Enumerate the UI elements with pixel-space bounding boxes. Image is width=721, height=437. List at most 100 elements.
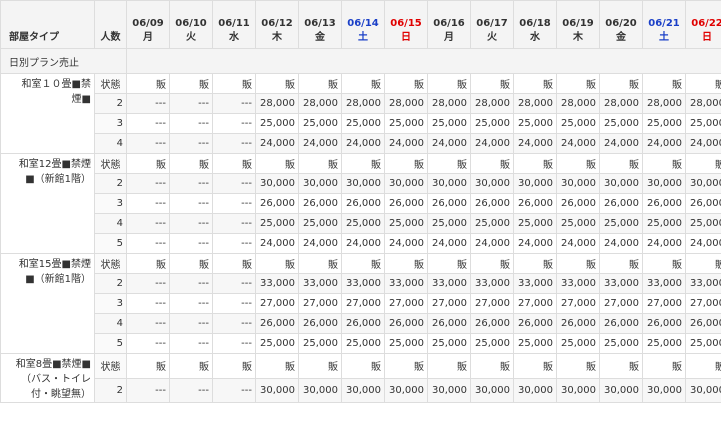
price-cell[interactable]: --- <box>212 213 256 234</box>
sale-status-cell[interactable]: 販 <box>255 353 299 379</box>
sale-status-cell[interactable]: 販 <box>556 73 600 94</box>
sale-status-cell[interactable]: 販 <box>212 153 256 174</box>
sale-status-cell[interactable]: 販 <box>599 253 643 274</box>
price-cell[interactable]: 25,000 <box>298 333 342 354</box>
price-cell[interactable]: 25,000 <box>470 333 514 354</box>
price-cell[interactable]: --- <box>212 273 256 294</box>
price-cell[interactable]: 24,000 <box>298 133 342 154</box>
price-cell[interactable]: 33,000 <box>556 273 600 294</box>
sale-status-cell[interactable]: 販 <box>599 353 643 379</box>
price-cell[interactable]: 24,000 <box>599 133 643 154</box>
sale-status-cell[interactable]: 販 <box>341 73 385 94</box>
price-cell[interactable]: 25,000 <box>599 113 643 134</box>
price-cell[interactable]: 25,000 <box>384 333 428 354</box>
sale-status-cell[interactable]: 販 <box>212 253 256 274</box>
price-cell[interactable]: 25,000 <box>556 333 600 354</box>
price-cell[interactable]: --- <box>126 93 170 114</box>
price-cell[interactable]: 26,000 <box>427 313 471 334</box>
price-cell[interactable]: 30,000 <box>298 377 342 403</box>
price-cell[interactable]: 33,000 <box>685 273 721 294</box>
price-cell[interactable]: 26,000 <box>685 193 721 214</box>
price-cell[interactable]: 25,000 <box>642 213 686 234</box>
price-cell[interactable]: 28,000 <box>513 93 557 114</box>
sale-status-cell[interactable]: 販 <box>642 153 686 174</box>
price-cell[interactable]: 25,000 <box>599 333 643 354</box>
price-cell[interactable]: 33,000 <box>599 273 643 294</box>
price-cell[interactable]: 25,000 <box>255 113 299 134</box>
price-cell[interactable]: 30,000 <box>341 377 385 403</box>
price-cell[interactable]: 24,000 <box>384 233 428 254</box>
price-cell[interactable]: --- <box>212 293 256 314</box>
price-cell[interactable]: 25,000 <box>384 213 428 234</box>
price-cell[interactable]: 25,000 <box>298 213 342 234</box>
price-cell[interactable]: 30,000 <box>470 377 514 403</box>
sale-status-cell[interactable]: 販 <box>685 353 721 379</box>
sale-status-cell[interactable]: 販 <box>384 73 428 94</box>
price-cell[interactable]: 24,000 <box>341 133 385 154</box>
price-cell[interactable]: 26,000 <box>341 313 385 334</box>
price-cell[interactable]: 28,000 <box>255 93 299 114</box>
sale-status-cell[interactable]: 販 <box>169 153 213 174</box>
price-cell[interactable]: 26,000 <box>255 313 299 334</box>
price-cell[interactable]: 25,000 <box>642 113 686 134</box>
price-cell[interactable]: 33,000 <box>255 273 299 294</box>
price-cell[interactable]: 24,000 <box>556 133 600 154</box>
price-cell[interactable]: --- <box>169 93 213 114</box>
price-cell[interactable]: 30,000 <box>255 377 299 403</box>
sale-status-cell[interactable]: 販 <box>341 153 385 174</box>
sale-status-cell[interactable]: 販 <box>427 353 471 379</box>
price-cell[interactable]: --- <box>169 273 213 294</box>
price-cell[interactable]: 27,000 <box>298 293 342 314</box>
price-cell[interactable]: --- <box>212 233 256 254</box>
price-cell[interactable]: 25,000 <box>341 213 385 234</box>
price-cell[interactable]: 27,000 <box>384 293 428 314</box>
price-cell[interactable]: --- <box>212 193 256 214</box>
price-cell[interactable]: 24,000 <box>255 233 299 254</box>
price-cell[interactable]: 30,000 <box>384 377 428 403</box>
price-cell[interactable]: 33,000 <box>341 273 385 294</box>
price-cell[interactable]: --- <box>169 293 213 314</box>
price-cell[interactable]: 25,000 <box>427 113 471 134</box>
sale-status-cell[interactable]: 販 <box>685 153 721 174</box>
price-cell[interactable]: --- <box>126 113 170 134</box>
sale-status-cell[interactable]: 販 <box>126 353 170 379</box>
sale-status-cell[interactable]: 販 <box>513 253 557 274</box>
sale-status-cell[interactable]: 販 <box>556 253 600 274</box>
price-cell[interactable]: 24,000 <box>298 233 342 254</box>
sale-status-cell[interactable]: 販 <box>169 353 213 379</box>
price-cell[interactable]: 24,000 <box>427 133 471 154</box>
price-cell[interactable]: 30,000 <box>255 173 299 194</box>
sale-status-cell[interactable]: 販 <box>212 353 256 379</box>
price-cell[interactable]: 26,000 <box>427 193 471 214</box>
price-cell[interactable]: 28,000 <box>599 93 643 114</box>
price-cell[interactable]: --- <box>169 133 213 154</box>
price-cell[interactable]: 26,000 <box>470 193 514 214</box>
price-cell[interactable]: 30,000 <box>599 377 643 403</box>
price-cell[interactable]: 30,000 <box>642 173 686 194</box>
price-cell[interactable]: 24,000 <box>685 133 721 154</box>
price-cell[interactable]: 28,000 <box>642 93 686 114</box>
price-cell[interactable]: 33,000 <box>298 273 342 294</box>
sale-status-cell[interactable]: 販 <box>126 153 170 174</box>
price-cell[interactable]: --- <box>212 313 256 334</box>
price-cell[interactable]: 30,000 <box>556 173 600 194</box>
price-cell[interactable]: 25,000 <box>255 213 299 234</box>
price-cell[interactable]: 27,000 <box>470 293 514 314</box>
sale-status-cell[interactable]: 販 <box>126 73 170 94</box>
price-cell[interactable]: 30,000 <box>685 173 721 194</box>
price-cell[interactable]: 24,000 <box>341 233 385 254</box>
price-cell[interactable]: 24,000 <box>255 133 299 154</box>
sale-status-cell[interactable]: 販 <box>556 153 600 174</box>
price-cell[interactable]: 24,000 <box>642 133 686 154</box>
price-cell[interactable]: 28,000 <box>298 93 342 114</box>
price-cell[interactable]: --- <box>126 273 170 294</box>
price-cell[interactable]: 27,000 <box>513 293 557 314</box>
sale-status-cell[interactable]: 販 <box>341 253 385 274</box>
sale-status-cell[interactable]: 販 <box>470 253 514 274</box>
price-cell[interactable]: 27,000 <box>556 293 600 314</box>
price-cell[interactable]: 25,000 <box>685 333 721 354</box>
price-cell[interactable]: 25,000 <box>513 113 557 134</box>
price-cell[interactable]: 27,000 <box>255 293 299 314</box>
price-cell[interactable]: 26,000 <box>556 193 600 214</box>
price-cell[interactable]: 25,000 <box>470 213 514 234</box>
